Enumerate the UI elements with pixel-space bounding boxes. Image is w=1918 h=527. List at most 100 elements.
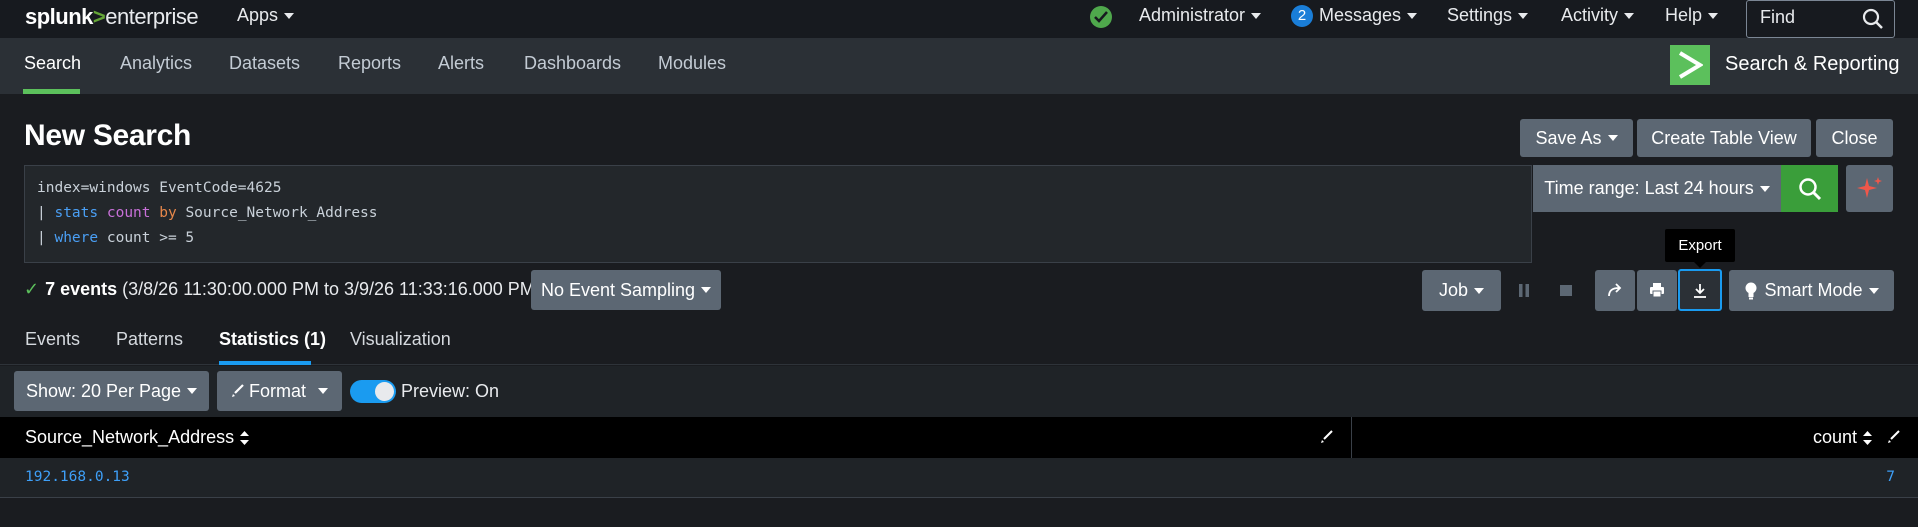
query-command: stats [54, 205, 99, 221]
tab-datasets[interactable]: Datasets [229, 53, 300, 74]
table-row[interactable]: 192.168.0.13 7 [0, 458, 1918, 498]
download-icon [1694, 284, 1706, 298]
apps-menu[interactable]: Apps [237, 5, 295, 26]
sort-icon [240, 431, 250, 446]
app-bar: Search Analytics Datasets Reports Alerts… [0, 38, 1918, 94]
event-sampling-dropdown[interactable]: No Event Sampling [531, 270, 721, 310]
settings-label: Settings [1447, 5, 1513, 25]
print-icon [1650, 283, 1664, 298]
active-tab-indicator [219, 361, 311, 365]
create-table-view-button[interactable]: Create Table View [1637, 119, 1811, 157]
find-placeholder: Find [1760, 7, 1796, 27]
query-line-3: | where count >= 5 [37, 230, 194, 246]
tab-analytics[interactable]: Analytics [120, 53, 192, 74]
export-tooltip: Export [1665, 229, 1735, 268]
chevron-down-icon [318, 388, 328, 394]
save-as-button[interactable]: Save As [1520, 119, 1633, 157]
sort-icon [1863, 431, 1873, 446]
column-divider [1351, 417, 1352, 458]
run-search-button[interactable] [1781, 165, 1838, 212]
lightbulb-icon [1745, 282, 1757, 299]
column-label: Source_Network_Address [25, 427, 235, 447]
tab-dashboards[interactable]: Dashboards [524, 53, 621, 74]
tab-patterns[interactable]: Patterns [116, 329, 183, 350]
tab-alerts[interactable]: Alerts [438, 53, 484, 74]
column-header-source-network-address[interactable]: Source_Network_Address [25, 427, 250, 448]
preview-label: Preview: On [401, 381, 500, 401]
activity-menu[interactable]: Activity [1561, 5, 1635, 26]
job-label: Job [1438, 280, 1469, 300]
apps-label: Apps [237, 5, 279, 25]
search-status: ✓ 7 events (3/8/26 11:30:00.000 PM to 3/9… [24, 279, 541, 300]
event-count[interactable]: 7 events [45, 279, 117, 299]
query-condition: count >= 5 [106, 230, 195, 246]
pause-icon[interactable] [1518, 284, 1530, 297]
per-page-label: Show: 20 Per Page [25, 380, 182, 401]
query-line-2: | stats count by Source_Network_Address [37, 205, 378, 221]
query-command: where [54, 230, 99, 246]
stop-icon[interactable] [1560, 284, 1572, 297]
query-keyword: by [159, 205, 177, 221]
save-as-label: Save As [1535, 127, 1602, 148]
tab-reports[interactable]: Reports [338, 53, 401, 74]
health-status-icon[interactable] [1090, 6, 1112, 28]
time-range-label: Time range: Last 24 hours [1544, 178, 1754, 198]
tab-events[interactable]: Events [25, 329, 80, 350]
tab-search[interactable]: Search [24, 53, 81, 74]
print-button[interactable] [1637, 270, 1677, 311]
column-header-count[interactable]: count [1813, 427, 1873, 448]
chevron-down-icon [1474, 287, 1485, 294]
page-title: New Search [24, 119, 192, 152]
event-sampling-label: No Event Sampling [540, 279, 696, 300]
chevron-down-icon [1407, 13, 1418, 20]
chevron-down-icon [701, 287, 712, 293]
job-menu[interactable]: Job [1422, 270, 1501, 311]
search-query-editor[interactable]: index=windows EventCode=4625 | stats cou… [24, 165, 1532, 263]
app-icon [1670, 45, 1710, 85]
chevron-down-icon [1759, 185, 1770, 192]
activity-label: Activity [1561, 5, 1619, 25]
format-dropdown[interactable]: Format [217, 371, 342, 411]
share-button[interactable] [1595, 270, 1635, 311]
close-button[interactable]: Close [1816, 119, 1893, 157]
export-button[interactable] [1678, 269, 1722, 311]
column-label: count [1813, 427, 1858, 447]
administrator-label: Administrator [1139, 5, 1246, 25]
search-mode-dropdown[interactable]: Smart Mode [1729, 270, 1894, 311]
table-header: Source_Network_Address count [0, 417, 1918, 458]
column-format-icon[interactable] [1887, 430, 1901, 444]
help-menu[interactable]: Help [1665, 5, 1719, 26]
logo-product: enterprise [105, 4, 199, 29]
tab-modules[interactable]: Modules [658, 53, 726, 74]
search-icon [1862, 8, 1883, 29]
brush-icon [231, 384, 244, 397]
cell-source-network-address[interactable]: 192.168.0.13 [25, 469, 130, 485]
logo-chevron: > [92, 4, 106, 29]
column-format-icon[interactable] [1320, 430, 1334, 444]
time-range-picker[interactable]: Time range: Last 24 hours [1533, 165, 1781, 212]
share-icon [1608, 283, 1622, 297]
search-mode-label: Smart Mode [1764, 280, 1863, 300]
chevron-down-icon [1624, 13, 1635, 20]
find-input[interactable]: Find [1746, 0, 1895, 38]
splunk-logo[interactable]: splunk>enterprise [25, 4, 199, 30]
search-icon [1799, 178, 1822, 201]
per-page-dropdown[interactable]: Show: 20 Per Page [14, 371, 209, 411]
sparkle-icon [1857, 177, 1882, 198]
messages-label: Messages [1319, 5, 1402, 25]
tab-visualization[interactable]: Visualization [350, 329, 451, 350]
tab-statistics[interactable]: Statistics (1) [219, 329, 326, 350]
chevron-down-icon [284, 13, 295, 20]
cell-count[interactable]: 7 [1886, 469, 1895, 485]
settings-menu[interactable]: Settings [1447, 5, 1529, 26]
query-pipe: | [37, 230, 55, 246]
preview-toggle[interactable] [350, 380, 396, 403]
ai-assistant-button[interactable] [1846, 165, 1893, 212]
results-tabs: Events Patterns Statistics (1) Visualiza… [0, 323, 1918, 365]
logo-text: splunk [25, 4, 93, 29]
chevron-down-icon [1518, 13, 1529, 20]
administrator-menu[interactable]: Administrator [1139, 5, 1262, 26]
chevron-down-icon [1251, 13, 1262, 20]
messages-menu[interactable]: 2 Messages [1291, 5, 1418, 27]
app-name: Search & Reporting [1725, 53, 1900, 75]
